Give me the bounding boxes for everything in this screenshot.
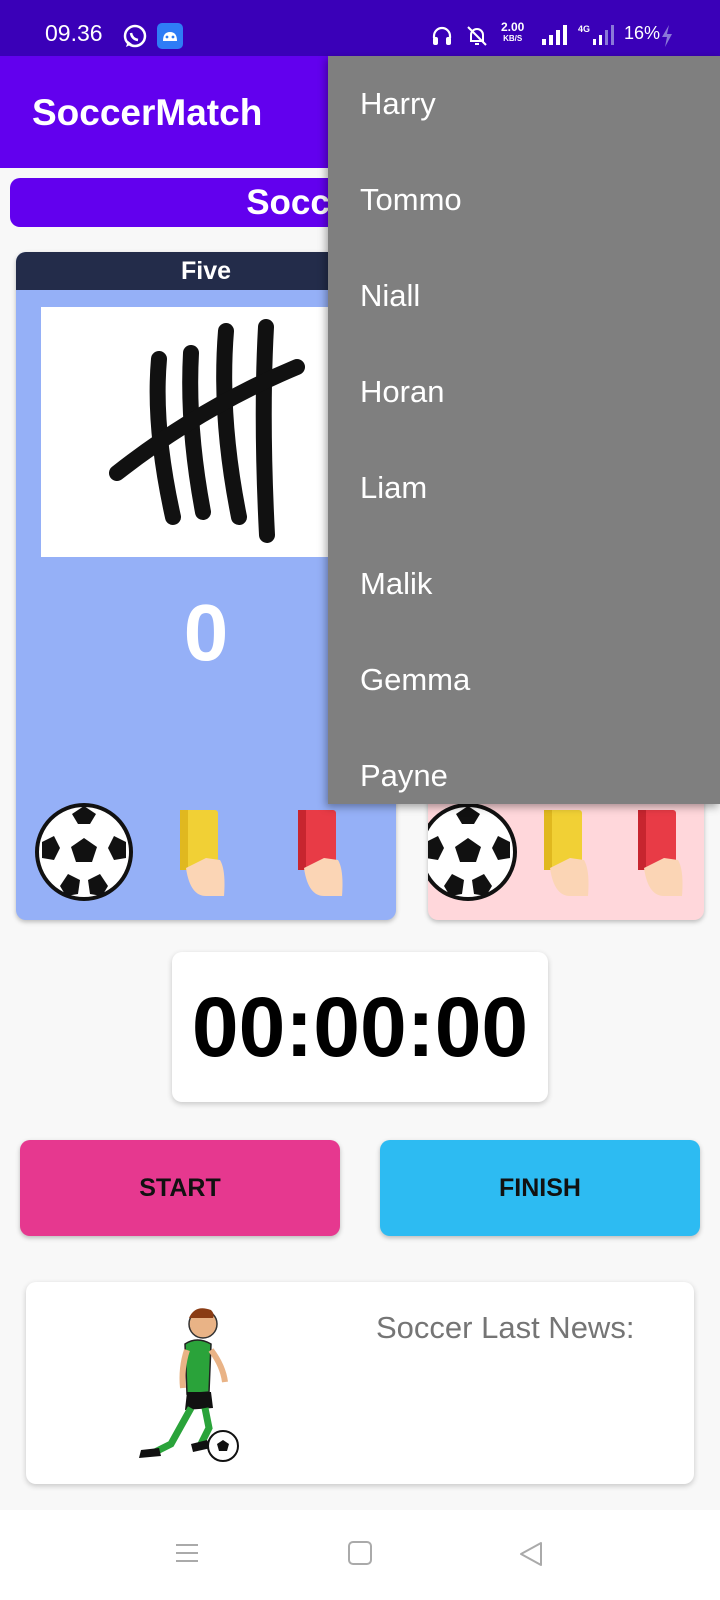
red-card-icon[interactable] (634, 808, 690, 903)
menu-item-liam[interactable]: Liam (328, 440, 720, 536)
whatsapp-icon (122, 23, 148, 54)
yellow-card-icon[interactable] (176, 808, 232, 903)
news-title: Soccer Last News: (376, 1310, 635, 1345)
menu-item-malik[interactable]: Malik (328, 536, 720, 632)
headset-icon (430, 24, 454, 53)
menu-item-tommo[interactable]: Tommo (328, 152, 720, 248)
tally-five-image (41, 307, 371, 557)
match-timer: 00:00:00 (172, 952, 548, 1102)
network-speed: 2.00 KB/S (501, 20, 525, 43)
navigation-bar (0, 1510, 720, 1600)
red-card-icon[interactable] (294, 808, 350, 903)
signal-icon-secondary (592, 24, 616, 51)
menu-item-horan[interactable]: Horan (328, 344, 720, 440)
android-icon (157, 23, 183, 54)
player-icon (131, 1304, 241, 1474)
soccer-ball-icon[interactable] (34, 802, 134, 907)
finish-button[interactable]: FINISH (380, 1140, 700, 1236)
news-card: Soccer Last News: (26, 1282, 694, 1484)
yellow-card-icon[interactable] (540, 808, 596, 903)
back-icon[interactable] (517, 1540, 545, 1573)
menu-item-payne[interactable]: Payne (328, 728, 720, 804)
menu-item-gemma[interactable]: Gemma (328, 632, 720, 728)
network-type: 4G (578, 24, 591, 34)
battery-icon (660, 24, 674, 53)
mute-icon (465, 24, 489, 53)
signal-icon (541, 24, 569, 51)
app-title: SoccerMatch (32, 92, 263, 133)
menu-item-harry[interactable]: Harry (328, 56, 720, 152)
start-button[interactable]: START (20, 1140, 340, 1236)
battery-level: 16% (624, 23, 661, 43)
soccer-ball-icon[interactable] (428, 802, 518, 907)
status-time: 09.36 (45, 20, 103, 46)
status-bar: 09.36 2.00 KB/S 4G 16% (0, 0, 720, 56)
menu-icon[interactable] (174, 1540, 200, 1571)
menu-item-niall[interactable]: Niall (328, 248, 720, 344)
player-dropdown-menu: Harry Tommo Niall Horan Liam Malik Gemma… (328, 56, 720, 804)
home-icon[interactable] (347, 1540, 373, 1571)
